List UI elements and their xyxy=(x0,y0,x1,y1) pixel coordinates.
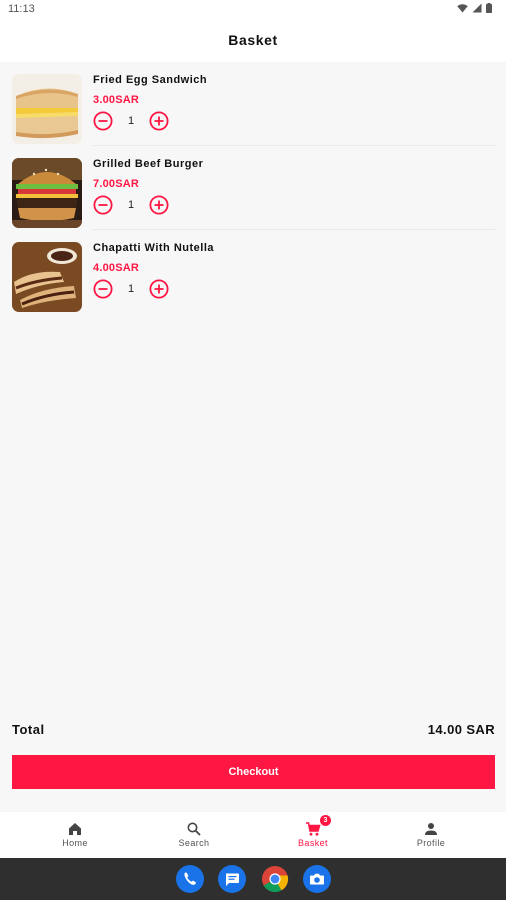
nav-item-profile[interactable]: Profile xyxy=(368,812,494,858)
nav-label: Home xyxy=(62,838,88,848)
checkout-button[interactable]: Checkout xyxy=(12,755,495,789)
increase-quantity-button[interactable] xyxy=(149,111,169,131)
chrome-icon[interactable] xyxy=(261,865,289,893)
cart-count-badge: 3 xyxy=(320,815,331,826)
person-icon xyxy=(425,823,437,835)
app-bar: Basket xyxy=(0,18,506,62)
decrease-quantity-button[interactable] xyxy=(93,111,113,131)
quantity-stepper: 1 xyxy=(93,279,169,299)
basket-item: Fried Egg Sandwich 3.00SAR 1 xyxy=(12,62,495,146)
item-name: Chapatti With Nutella xyxy=(93,242,215,254)
signal-icon xyxy=(472,3,482,13)
quantity-stepper: 1 xyxy=(93,195,169,215)
page-title: Basket xyxy=(228,32,278,48)
phone-icon[interactable] xyxy=(176,865,204,893)
increase-quantity-button[interactable] xyxy=(149,195,169,215)
messages-icon[interactable] xyxy=(218,865,246,893)
item-price: 3.00SAR xyxy=(93,94,140,106)
item-name: Fried Egg Sandwich xyxy=(93,74,208,86)
cart-icon xyxy=(306,822,321,836)
status-bar: 11:13 xyxy=(0,0,506,18)
nav-item-basket[interactable]: 3 Basket xyxy=(250,812,376,858)
basket-item: Grilled Beef Burger 7.00SAR 1 xyxy=(12,146,495,230)
total-value: 14.00 SAR xyxy=(427,722,495,737)
item-price: 7.00SAR xyxy=(93,178,140,190)
decrease-quantity-button[interactable] xyxy=(93,195,113,215)
item-name: Grilled Beef Burger xyxy=(93,158,204,170)
search-icon xyxy=(187,822,201,836)
camera-icon[interactable] xyxy=(303,865,331,893)
quantity-value: 1 xyxy=(127,283,135,295)
nav-item-search[interactable]: Search xyxy=(131,812,257,858)
quantity-value: 1 xyxy=(127,115,135,127)
chapatti-nutella-image xyxy=(12,242,82,312)
quantity-value: 1 xyxy=(127,199,135,211)
nav-label: Basket xyxy=(298,838,328,848)
status-icons xyxy=(457,3,492,13)
battery-icon xyxy=(486,3,492,13)
total-row: Total 14.00 SAR xyxy=(12,722,495,738)
decrease-quantity-button[interactable] xyxy=(93,279,113,299)
nav-item-home[interactable]: Home xyxy=(12,812,138,858)
system-dock-bar xyxy=(0,858,506,900)
fried-egg-sandwich-image xyxy=(12,74,82,144)
increase-quantity-button[interactable] xyxy=(149,279,169,299)
status-time: 11:13 xyxy=(8,3,35,15)
bottom-navigation: Home Search 3 Basket Profile xyxy=(0,812,506,858)
grilled-beef-burger-image xyxy=(12,158,82,228)
quantity-stepper: 1 xyxy=(93,111,169,131)
basket-item: Chapatti With Nutella 4.00SAR 1 xyxy=(12,230,495,314)
nav-label: Profile xyxy=(416,838,446,848)
nav-label: Search xyxy=(178,838,210,848)
item-price: 4.00SAR xyxy=(93,262,140,274)
home-icon xyxy=(69,823,81,835)
total-label: Total xyxy=(12,722,45,737)
wifi-icon xyxy=(457,4,468,13)
